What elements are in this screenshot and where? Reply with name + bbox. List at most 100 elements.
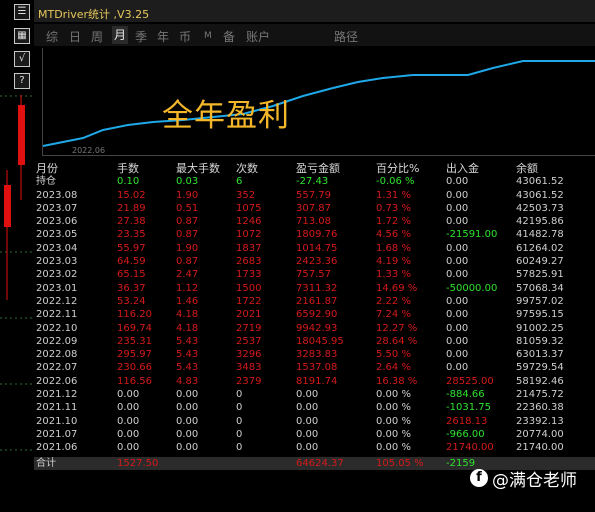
cell-lots: 230.66 (117, 362, 152, 374)
cell-lots: 0.10 (117, 176, 140, 188)
cell-balance: 43061.52 (516, 176, 564, 188)
cell-pct: 0.00 % (376, 389, 411, 401)
cell-pnl: 3283.83 (296, 349, 338, 361)
tab-year[interactable]: 年 (157, 28, 169, 45)
cell-max-lots: 2.47 (176, 269, 199, 281)
cell-pct: 14.69 % (376, 282, 418, 294)
grid-button[interactable]: ▦ (14, 28, 30, 44)
check-button[interactable]: √ (14, 51, 30, 67)
cell-balance: 42195.86 (516, 216, 564, 228)
cell-month: 2023.05 (36, 229, 78, 241)
table-row: 2023.07 21.89 0.51 1075 307.87 0.73 % 0.00 4250… (34, 202, 595, 215)
watermark: f @满仓老师 (470, 465, 595, 491)
cell-lots: 0.00 (117, 415, 140, 427)
cell-trades: 1072 (236, 229, 262, 241)
cell-month: 2023.04 (36, 242, 78, 254)
table-row: 2023.06 27.38 0.87 1246 713.08 1.72 % 0.00 4219… (34, 215, 595, 228)
cell-month: 2022.09 (36, 335, 78, 347)
cell-balance: 43061.52 (516, 189, 564, 201)
cell-pct: 5.50 % (376, 349, 411, 361)
tab-day[interactable]: 日 (69, 28, 81, 45)
tab-month[interactable]: 月 (112, 26, 129, 44)
cell-max-lots: 1.90 (176, 189, 199, 201)
tab-week[interactable]: 周 (91, 28, 103, 45)
table-row: 2022.07 230.66 5.43 3483 1537.08 2.64 % 0.00 59… (34, 361, 595, 374)
cell-flow: 0.00 (446, 295, 469, 307)
cell-trades: 0 (236, 428, 243, 440)
table-row: 2022.11 116.20 4.18 2021 6592.90 7.24 % 0.00 97… (34, 308, 595, 321)
table-row: 2022.06 116.56 4.83 2379 8191.74 16.38 % 28525… (34, 375, 595, 388)
tab-quarter[interactable]: 季 (135, 28, 147, 45)
period-tabs: 综 日 周 月 季 年 币 M 备 账户 路径 (34, 24, 595, 46)
cell-lots: 27.38 (117, 216, 146, 228)
header-max-lots: 最大手数 (176, 162, 220, 175)
cell-max-lots: 4.18 (176, 322, 199, 334)
cell-flow: 0.00 (446, 322, 469, 334)
cell-max-lots: 0.00 (176, 402, 199, 414)
cell-balance: 81059.32 (516, 335, 564, 347)
cell-pct: 0.00 % (376, 442, 411, 454)
cell-month: 2023.06 (36, 216, 78, 228)
help-button[interactable]: ? (14, 73, 30, 89)
cell-pct: 1.72 % (376, 216, 411, 228)
tab-summary[interactable]: 综 (46, 28, 58, 45)
cell-flow: 0.00 (446, 309, 469, 321)
cell-flow: 0.00 (446, 362, 469, 374)
cell-month: 2023.03 (36, 256, 78, 268)
price-chart-grid (0, 95, 34, 451)
tab-note[interactable]: 备 (223, 28, 235, 45)
cell-max-lots: 0.00 (176, 428, 199, 440)
cell-lots: 0.00 (117, 389, 140, 401)
cell-flow: 21740.00 (446, 442, 494, 454)
cell-flow: 0.00 (446, 256, 469, 268)
cell-pnl: 1014.75 (296, 242, 338, 254)
cell-pnl: 8191.74 (296, 375, 338, 387)
cell-balance: 91002.25 (516, 322, 564, 334)
cell-pnl: 1809.76 (296, 229, 338, 241)
table-row: 2021.10 0.00 0.00 0 0.00 0.00 % 2618.13 23392.1… (34, 415, 595, 428)
cell-month: 持仓 (36, 176, 56, 188)
cell-month: 2022.08 (36, 349, 78, 361)
x-axis-tick-label: 2022.06 (72, 146, 106, 155)
table-row: 2023.03 64.59 0.87 2683 2423.36 4.19 % 0.00 602… (34, 255, 595, 268)
cell-pct: 4.19 % (376, 256, 411, 268)
tab-currency[interactable]: 币 (179, 28, 191, 45)
table-row: 2022.10 169.74 4.18 2719 9942.93 12.27 % 0.00 9… (34, 322, 595, 335)
cell-max-lots: 0.87 (176, 229, 199, 241)
cell-flow: 0.00 (446, 176, 469, 188)
tab-magic[interactable]: M (204, 31, 212, 41)
menu-button[interactable]: ☰ (14, 4, 30, 20)
cell-pnl: 6592.90 (296, 309, 338, 321)
table-row: 2021.12 0.00 0.00 0 0.00 0.00 % -884.66 21475.7… (34, 388, 595, 401)
cell-month: 2022.12 (36, 295, 78, 307)
cell-trades: 1722 (236, 295, 262, 307)
tab-account[interactable]: 账户 (246, 28, 270, 45)
cell-max-lots: 1.46 (176, 295, 199, 307)
cell-pct: 0.73 % (376, 202, 411, 214)
table-row: 2023.05 23.35 0.87 1072 1809.76 4.56 % -21591.… (34, 228, 595, 241)
cell-pct: 0.00 % (376, 428, 411, 440)
cell-trades: 1500 (236, 282, 262, 294)
cell-pnl: 2161.87 (296, 295, 338, 307)
header-balance: 余额 (516, 162, 538, 175)
cell-flow: -884.66 (446, 389, 485, 401)
header-deposit-withdraw: 出入金 (446, 162, 479, 175)
cell-pct: 16.38 % (376, 375, 418, 387)
cell-flow: -50000.00 (446, 282, 498, 294)
cell-pct: 2.22 % (376, 295, 411, 307)
cell-balance: 60249.27 (516, 256, 564, 268)
cell-lots: 64.59 (117, 256, 146, 268)
cell-balance: 57825.91 (516, 269, 564, 281)
cell-lots: 295.97 (117, 349, 152, 361)
cell-pnl: 307.87 (296, 202, 331, 214)
price-candles (4, 95, 25, 300)
cell-month: 2023.08 (36, 189, 78, 201)
cell-trades: 6 (236, 176, 243, 188)
cell-pnl: -27.43 (296, 176, 329, 188)
tab-path[interactable]: 路径 (334, 28, 358, 45)
table-row: 2021.11 0.00 0.00 0 0.00 0.00 % -1031.75 22360.… (34, 401, 595, 414)
cell-balance: 21475.72 (516, 389, 564, 401)
cell-trades: 3483 (236, 362, 262, 374)
cell-flow: -21591.00 (446, 229, 498, 241)
cell-max-lots: 5.43 (176, 362, 199, 374)
